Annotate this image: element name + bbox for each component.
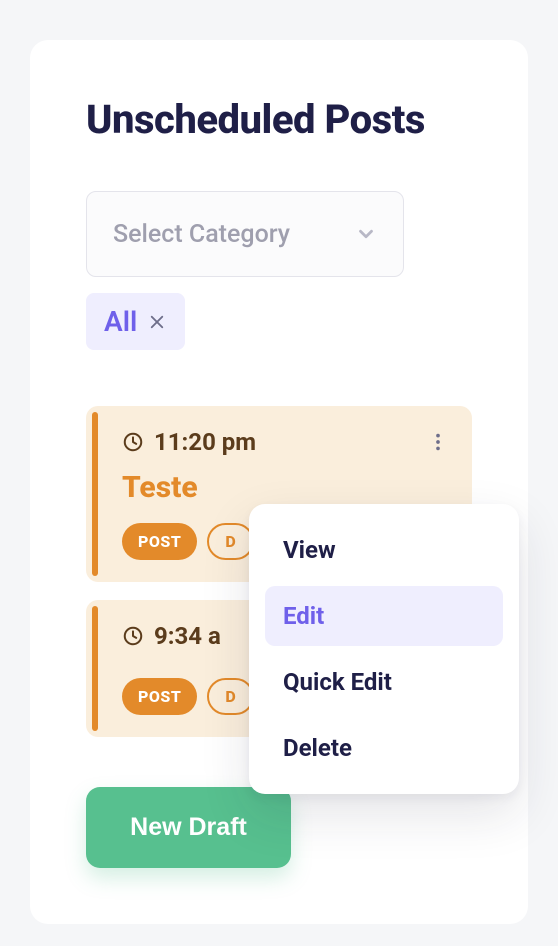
dropdown-item-edit[interactable]: Edit xyxy=(265,586,503,646)
post-accent-bar xyxy=(92,606,98,731)
badge-status: D xyxy=(207,678,254,715)
post-actions-dropdown: View Edit Quick Edit Delete xyxy=(249,504,519,794)
page-title: Unscheduled Posts xyxy=(86,96,472,143)
post-title: Teste xyxy=(122,470,450,505)
kebab-menu-icon[interactable] xyxy=(426,430,450,454)
badge-post-type: POST xyxy=(122,523,197,560)
post-header-row: 11:20 pm xyxy=(122,428,450,456)
filter-chip-label: All xyxy=(104,305,137,338)
post-time: 9:34 a xyxy=(122,622,221,650)
new-draft-button[interactable]: New Draft xyxy=(86,787,291,868)
category-select-placeholder: Select Category xyxy=(113,220,290,249)
post-accent-bar xyxy=(92,412,98,576)
dropdown-item-delete[interactable]: Delete xyxy=(265,718,503,778)
badge-status: D xyxy=(207,523,254,560)
badge-post-type: POST xyxy=(122,678,197,715)
post-time-text: 9:34 a xyxy=(154,622,221,650)
close-icon[interactable] xyxy=(147,312,167,332)
dropdown-item-view[interactable]: View xyxy=(265,520,503,580)
filter-chip-all[interactable]: All xyxy=(86,293,185,350)
dropdown-item-quick-edit[interactable]: Quick Edit xyxy=(265,652,503,712)
category-select[interactable]: Select Category xyxy=(86,191,404,277)
panel-card: Unscheduled Posts Select Category All 11… xyxy=(30,40,528,924)
chevron-down-icon xyxy=(355,223,377,245)
clock-icon xyxy=(122,431,144,453)
post-time: 11:20 pm xyxy=(122,428,256,456)
clock-icon xyxy=(122,625,144,647)
post-time-text: 11:20 pm xyxy=(154,428,256,456)
